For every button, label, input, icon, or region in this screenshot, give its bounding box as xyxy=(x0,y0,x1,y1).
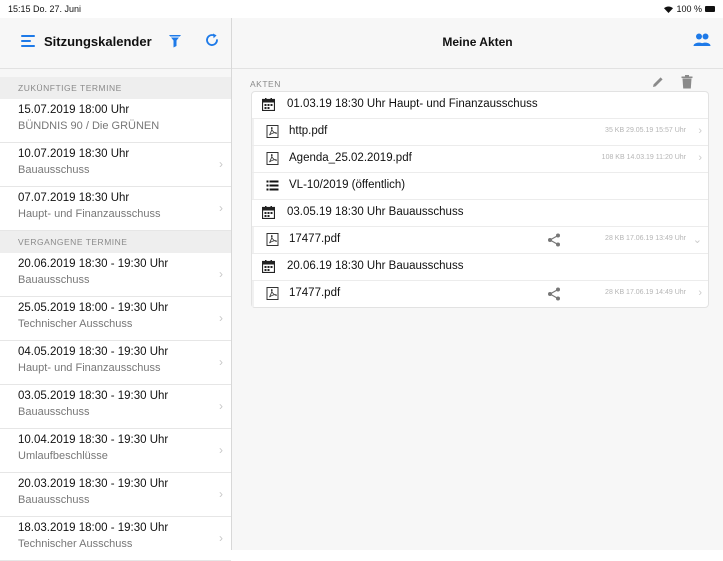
section-header-upcoming: ZUKÜNFTIGE TERMINE xyxy=(0,77,231,99)
chevron-right-icon: › xyxy=(219,311,223,325)
list-item-file[interactable]: Agenda_25.02.2019.pdf 108 KB 14.03.19 11… xyxy=(252,146,708,173)
list-item-meeting[interactable]: 20.06.19 18:30 Uhr Bauausschuss xyxy=(252,254,708,281)
sidebar-navbar: Sitzungskalender xyxy=(0,18,231,69)
filter-icon[interactable] xyxy=(168,34,182,48)
chevron-right-icon: › xyxy=(698,152,702,164)
meeting-title: 01.03.19 18:30 Uhr Haupt- und Finanzauss… xyxy=(287,98,538,110)
list-item-term[interactable]: 07.07.2019 18:30 Uhr Haupt- und Finanzau… xyxy=(0,187,231,231)
term-committee: Haupt- und Finanzausschuss xyxy=(18,208,161,220)
chevron-right-icon: › xyxy=(219,157,223,171)
chevron-right-icon: › xyxy=(219,487,223,501)
term-committee: Bauausschuss xyxy=(18,164,90,176)
file-meta: 28 KB 17.06.19 13:49 Uhr xyxy=(605,235,686,242)
battery-icon xyxy=(705,6,715,12)
term-committee: BÜNDNIS 90 / Die GRÜNEN xyxy=(18,120,160,132)
list-item-term[interactable]: 18.03.2019 18:00 - 19:30 Uhr Technischer… xyxy=(0,517,231,561)
file-meta: 28 KB 17.06.19 14:49 Uhr xyxy=(605,289,686,296)
term-date: 20.03.2019 18:30 - 19:30 Uhr xyxy=(18,478,169,490)
term-date: 03.05.2019 18:30 - 19:30 Uhr xyxy=(18,390,169,402)
list-item-term[interactable]: 15.07.2019 18:00 Uhr BÜNDNIS 90 / Die GR… xyxy=(0,99,231,143)
list-item-meeting[interactable]: 01.03.19 18:30 Uhr Haupt- und Finanzauss… xyxy=(252,92,708,119)
list-item-term[interactable]: 20.06.2019 18:30 - 19:30 Uhr Bauausschus… xyxy=(0,253,231,297)
meeting-title: 03.05.19 18:30 Uhr Bauausschuss xyxy=(287,206,464,218)
term-date: 18.03.2019 18:00 - 19:30 Uhr xyxy=(18,522,169,534)
term-committee: Bauausschuss xyxy=(18,494,90,506)
status-bar: 15:15 Do. 27. Juni 100 % xyxy=(0,0,723,18)
list-icon xyxy=(266,180,279,191)
chevron-right-icon: › xyxy=(698,287,702,299)
term-committee: Bauausschuss xyxy=(18,274,90,286)
list-item-file[interactable]: http.pdf 35 KB 29.05.19 15:57 Uhr › xyxy=(252,119,708,146)
files-pane: Meine Akten AKTEN 01.03.19 18:30 Uhr Hau… xyxy=(232,18,723,550)
term-committee: Umlaufbeschlüsse xyxy=(18,450,108,462)
pdf-icon xyxy=(266,287,279,300)
chevron-right-icon: › xyxy=(219,355,223,369)
trash-icon[interactable] xyxy=(681,75,693,89)
calendar-icon xyxy=(262,260,275,273)
file-meta: 108 KB 14.03.19 11:20 Uhr xyxy=(601,154,686,161)
term-date: 10.07.2019 18:30 Uhr xyxy=(18,148,130,160)
akten-section-label: AKTEN xyxy=(250,79,281,89)
term-date: 15.07.2019 18:00 Uhr xyxy=(18,104,130,116)
list-item-file[interactable]: VL-10/2019 (öffentlich) xyxy=(252,173,708,200)
file-name: VL-10/2019 (öffentlich) xyxy=(289,179,406,191)
chevron-right-icon: › xyxy=(698,125,702,137)
meeting-title: 20.06.19 18:30 Uhr Bauausschuss xyxy=(287,260,464,272)
file-meta: 35 KB 29.05.19 15:57 Uhr xyxy=(605,127,686,134)
term-committee: Bauausschuss xyxy=(18,406,90,418)
calendar-icon xyxy=(262,98,275,111)
term-committee: Technischer Ausschuss xyxy=(18,318,133,330)
page-title: Meine Akten xyxy=(442,35,513,49)
files-navbar: Meine Akten xyxy=(232,18,723,69)
list-item-meeting[interactable]: 03.05.19 18:30 Uhr Bauausschuss xyxy=(252,200,708,227)
menu-icon[interactable] xyxy=(21,35,35,47)
list-item-file[interactable]: 17477.pdf 28 KB 17.06.19 14:49 Uhr › xyxy=(252,281,708,307)
calendar-sidebar: Sitzungskalender ZUKÜNFTIGE TERMINE 15.0… xyxy=(0,18,232,561)
term-date: 07.07.2019 18:30 Uhr xyxy=(18,192,130,204)
pencil-icon[interactable] xyxy=(651,75,665,89)
file-name: 17477.pdf xyxy=(289,233,341,245)
chevron-right-icon: › xyxy=(219,201,223,215)
term-date: 20.06.2019 18:30 - 19:30 Uhr xyxy=(18,258,169,270)
term-committee: Haupt- und Finanzausschuss xyxy=(18,362,161,374)
pdf-icon xyxy=(266,152,279,165)
share-icon[interactable] xyxy=(547,287,561,301)
chevron-right-icon: › xyxy=(219,531,223,545)
chevron-down-icon: ⌄ xyxy=(692,234,702,246)
term-date: 04.05.2019 18:30 - 19:30 Uhr xyxy=(18,346,169,358)
sidebar-title: Sitzungskalender xyxy=(44,34,152,49)
share-icon[interactable] xyxy=(547,233,561,247)
chevron-right-icon: › xyxy=(219,399,223,413)
files-list: 01.03.19 18:30 Uhr Haupt- und Finanzauss… xyxy=(251,91,709,308)
battery-percent: 100 % xyxy=(676,4,702,14)
file-name: http.pdf xyxy=(289,125,328,137)
status-battery: 100 % xyxy=(664,4,715,14)
people-icon[interactable] xyxy=(693,32,711,48)
list-item-term[interactable]: 20.03.2019 18:30 - 19:30 Uhr Bauausschus… xyxy=(0,473,231,517)
refresh-icon[interactable] xyxy=(204,32,220,48)
list-item-term[interactable]: 03.05.2019 18:30 - 19:30 Uhr Bauausschus… xyxy=(0,385,231,429)
list-item-term[interactable]: 25.05.2019 18:00 - 19:30 Uhr Technischer… xyxy=(0,297,231,341)
pdf-icon xyxy=(266,125,279,138)
wifi-icon xyxy=(664,5,674,13)
list-item-term[interactable]: 10.07.2019 18:30 Uhr Bauausschuss › xyxy=(0,143,231,187)
status-time: 15:15 Do. 27. Juni xyxy=(8,4,82,14)
chevron-right-icon: › xyxy=(219,267,223,281)
calendar-icon xyxy=(262,206,275,219)
term-committee: Technischer Ausschuss xyxy=(18,538,133,550)
term-date: 25.05.2019 18:00 - 19:30 Uhr xyxy=(18,302,169,314)
chevron-right-icon: › xyxy=(219,443,223,457)
list-item-file[interactable]: 17477.pdf 28 KB 17.06.19 13:49 Uhr ⌄ xyxy=(252,227,708,254)
file-name: 17477.pdf xyxy=(289,287,341,299)
file-name: Agenda_25.02.2019.pdf xyxy=(289,152,412,164)
section-header-past: VERGANGENE TERMINE xyxy=(0,231,231,253)
list-item-term[interactable]: 10.04.2019 18:30 - 19:30 Uhr Umlaufbesch… xyxy=(0,429,231,473)
term-date: 10.04.2019 18:30 - 19:30 Uhr xyxy=(18,434,169,446)
pdf-icon xyxy=(266,233,279,246)
list-item-term[interactable]: 04.05.2019 18:30 - 19:30 Uhr Haupt- und … xyxy=(0,341,231,385)
